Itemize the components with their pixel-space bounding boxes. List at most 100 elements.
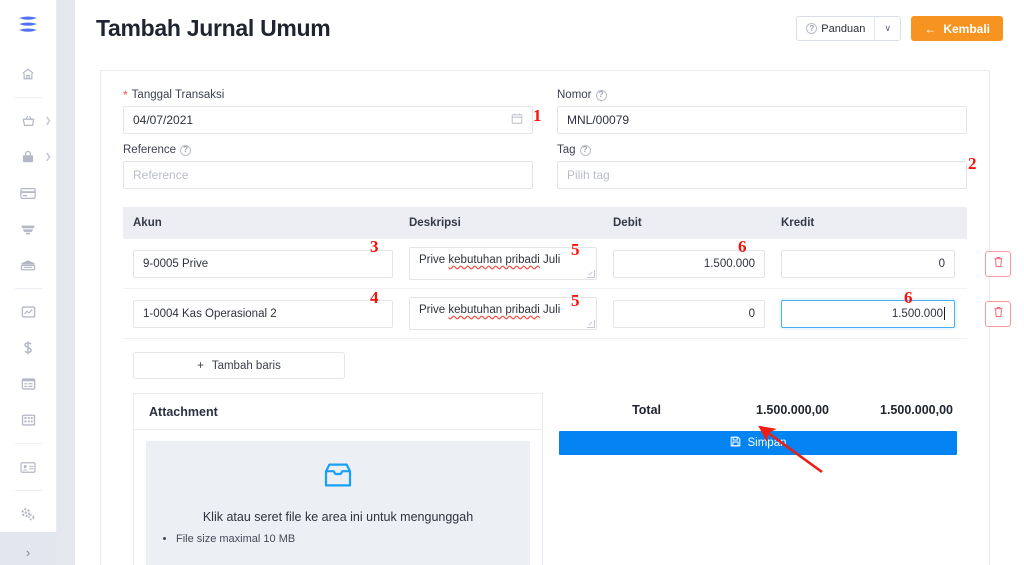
brand-logo[interactable] [0,0,57,50]
total-label: Total [559,403,669,417]
deskripsi-suffix: Juli [540,254,560,266]
nomor-input[interactable]: MNL/00079 [557,106,967,134]
save-label: Simpan [748,437,787,449]
save-button[interactable]: Simpan [559,431,957,455]
sidebar-item-reports[interactable] [0,294,57,330]
page-gutter [57,0,75,565]
sidebar-item-home[interactable] [0,56,57,92]
totals-panel: Total 1.500.000,00 1.500.000,00 [543,393,957,565]
label-tag: Tag ? [557,144,967,156]
nomor-value: MNL/00079 [567,113,629,127]
cell-akun: 9-0005 Prive [123,250,399,278]
building-icon [21,413,36,427]
credit-card-icon [20,187,36,200]
panduan-label-wrap: ? Panduan [797,17,874,40]
back-button[interactable]: ← Kembali [911,16,1003,41]
sidebar-divider [15,97,42,98]
trash-icon [993,305,1004,323]
sidebar-item-cash[interactable] [0,330,57,366]
kredit-input[interactable]: 0 [781,250,955,278]
sidebar-item-assets[interactable] [0,402,57,438]
label-tanggal-transaksi: * Tanggal Transaksi [123,89,533,101]
cell-kredit: 1.500.000 [771,300,961,328]
add-row-label: Tambah baris [212,360,281,372]
deskripsi-prefix: Prive [419,304,448,316]
sidebar-item-contacts[interactable] [0,449,57,485]
label-reference: Reference ? [123,144,533,156]
cell-actions [961,251,1017,277]
question-circle-icon[interactable]: ? [580,145,591,156]
deskripsi-textarea[interactable]: Prive kebutuhan pribadi Juli [409,247,597,280]
field-tag: Tag ? Pilih tag [557,144,967,189]
sidebar-collapse-button[interactable]: › [0,532,57,565]
deskripsi-textarea[interactable]: Prive kebutuhan pribadi Juli [409,297,597,330]
page-title: Tambah Jurnal Umum [96,15,330,42]
kredit-value: 0 [939,258,945,270]
table-row: 1-0004 Kas Operasional 2 Prive kebutuhan… [123,289,967,339]
debit-input[interactable]: 0 [613,300,765,328]
id-card-icon [20,461,36,474]
resize-grip-icon[interactable] [587,320,595,328]
sidebar-item-payments[interactable] [0,175,57,211]
back-label: Kembali [943,22,990,36]
panduan-button[interactable]: ? Panduan ∨ [796,16,901,41]
label-nomor: Nomor ? [557,89,967,101]
sidebar-divider [15,288,42,289]
column-header-akun: Akun [123,217,399,229]
debit-value: 1.500.000 [704,258,755,270]
sidebar-nav-list: ❯ ❯ [0,50,57,532]
chevron-down-icon[interactable]: ∨ [875,17,900,40]
sidebar-item-journal[interactable] [0,366,57,402]
attachment-title: Attachment [134,394,542,430]
delete-row-button[interactable] [985,251,1011,277]
add-row-button[interactable]: + Tambah baris [133,352,345,379]
field-tanggal-transaksi: * Tanggal Transaksi 04/07/2021 [123,89,533,134]
attachment-dropzone[interactable]: Klik atau seret file ke area ini untuk m… [146,441,530,565]
tag-placeholder: Pilih tag [567,168,610,182]
akun-input[interactable]: 1-0004 Kas Operasional 2 [133,300,393,328]
annotation-marker-6-row2: 6 [904,289,913,306]
attachment-hint: File size maximal 10 MB [176,533,295,545]
akun-input[interactable]: 9-0005 Prive [133,250,393,278]
home-icon [21,67,35,81]
calendar-icon[interactable] [511,113,523,128]
column-header-debit: Debit [603,217,771,229]
label-text: Tanggal Transaksi [132,89,225,101]
annotation-marker-3: 3 [370,238,379,255]
sidebar-item-purchases[interactable]: ❯ [0,139,57,175]
deskripsi-misspelled: kebutuhan pribadi [448,304,539,316]
sidebar-item-bank[interactable] [0,247,57,283]
debit-value: 0 [749,308,755,320]
tag-input[interactable]: Pilih tag [557,161,967,189]
cell-actions [961,301,1017,327]
question-circle-icon[interactable]: ? [180,145,191,156]
label-text: Reference [123,144,176,156]
attachment-panel: Attachment Klik atau seret file ke area … [133,393,543,565]
kredit-value: 1.500.000 [892,308,943,320]
app-root: ❯ ❯ [0,0,1024,565]
annotation-marker-2: 2 [968,155,977,172]
dropzone-text: Klik atau seret file ke area ini untuk m… [203,510,473,524]
trash-icon [993,255,1004,273]
resize-grip-icon[interactable] [587,270,595,278]
sidebar-item-inventory[interactable] [0,211,57,247]
journal-lines-table: Akun Deskripsi Debit Kredit 9-0005 Prive [123,207,967,379]
annotation-marker-5-row1: 5 [571,241,580,258]
chart-icon [21,305,36,319]
question-circle-icon[interactable]: ? [596,90,607,101]
total-debit-value: 1.500.000,00 [669,403,829,417]
column-header-deskripsi: Deskripsi [399,217,603,229]
panduan-label: Panduan [821,23,865,35]
deskripsi-misspelled: kebutuhan pribadi [448,254,539,266]
delete-row-button[interactable] [985,301,1011,327]
sidebar-item-sales[interactable]: ❯ [0,103,57,139]
kredit-input[interactable]: 1.500.000 [781,300,955,328]
label-text: Nomor [557,89,592,101]
question-circle-icon: ? [806,23,817,34]
attachment-hints: File size maximal 10 MB [160,533,295,545]
sidebar-item-settings[interactable] [0,496,57,532]
dollar-icon [22,340,34,356]
reference-input[interactable]: Reference [123,161,533,189]
sidebar-divider [15,490,42,491]
tanggal-transaksi-input[interactable]: 04/07/2021 [123,106,533,134]
